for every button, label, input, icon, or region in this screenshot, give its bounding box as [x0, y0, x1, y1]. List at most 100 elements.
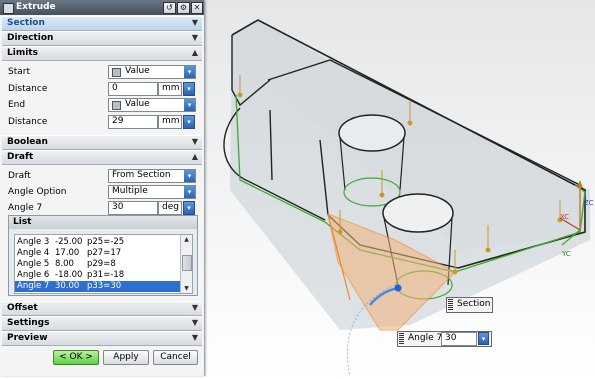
- angle-tag-label: Angle 7: [408, 333, 443, 343]
- group-boolean[interactable]: Boolean ▼: [2, 135, 202, 150]
- group-settings-label: Settings: [7, 318, 50, 328]
- chevron-down-icon: ▾: [184, 66, 195, 78]
- angle-label: Angle 7: [8, 203, 43, 213]
- ok-button[interactable]: < OK >: [53, 350, 99, 365]
- extrude-app-icon: [3, 3, 14, 14]
- list-item-value: -25.00: [55, 237, 83, 247]
- angle-list-group: List Angle 3 -25.00 p25=-25 Angle 4 17.00 p27…: [8, 215, 198, 296]
- list-item-expression: p29=8: [87, 259, 116, 269]
- angle-tag-dropdown[interactable]: ▾: [478, 332, 489, 345]
- extrude-dialog: Extrude ↺ ⚙ ✕ Section ▼ Direction ▼ Limi…: [0, 0, 205, 376]
- list-item-expression: p27=17: [87, 248, 122, 258]
- group-direction-label: Direction: [7, 33, 54, 43]
- list-item[interactable]: Angle 4 17.00 p27=17: [15, 248, 180, 259]
- end-distance-menu[interactable]: ▾: [183, 115, 195, 129]
- list-item[interactable]: Angle 3 -25.00 p25=-25: [15, 237, 180, 248]
- list-item-expression: p31=-18: [87, 270, 125, 280]
- reset-icon[interactable]: ↺: [163, 2, 176, 14]
- group-draft-label: Draft: [7, 152, 34, 162]
- end-label: End: [8, 100, 26, 110]
- section-tag-label: Section: [457, 299, 491, 309]
- start-unit: mm: [158, 82, 182, 96]
- scroll-thumb[interactable]: [182, 255, 192, 271]
- lower-hole-top: [382, 193, 454, 233]
- chevron-down-icon: ▼: [191, 333, 198, 342]
- grip-icon: [399, 333, 404, 345]
- cancel-button[interactable]: Cancel: [153, 350, 198, 365]
- gear-icon[interactable]: ⚙: [177, 2, 190, 14]
- angle-input[interactable]: 30: [108, 201, 158, 215]
- start-distance-input[interactable]: 0: [108, 82, 158, 96]
- chevron-down-icon: ▼: [191, 318, 198, 327]
- list-header: List: [9, 216, 197, 229]
- draft-label: Draft: [8, 171, 31, 181]
- group-preview-label: Preview: [7, 333, 48, 343]
- list-item-expression: p33=30: [87, 281, 122, 291]
- list-item-value: 17.00: [55, 248, 80, 258]
- list-item-name: Angle 5: [17, 259, 50, 269]
- chevron-down-icon: ▾: [184, 99, 195, 111]
- scroll-up-icon[interactable]: ▲: [181, 235, 192, 244]
- group-section-label: Section: [7, 18, 45, 28]
- close-icon[interactable]: ✕: [191, 2, 203, 14]
- group-limits-label: Limits: [7, 48, 38, 58]
- list-scrollbar[interactable]: ▲ ▼: [180, 235, 192, 293]
- list-item-name: Angle 4: [17, 248, 50, 258]
- chevron-up-icon: ▲: [191, 48, 198, 57]
- angle-option-select[interactable]: Multiple ▾: [108, 185, 196, 199]
- upper-hole-top: [338, 114, 406, 152]
- list-item[interactable]: Angle 6 -18.00 p31=-18: [15, 270, 180, 281]
- angle-handle-dot: [394, 284, 402, 292]
- end-unit: mm: [158, 115, 182, 129]
- section-tag[interactable]: Section: [446, 297, 493, 313]
- angle-list[interactable]: Angle 3 -25.00 p25=-25 Angle 4 17.00 p27=17 An…: [14, 234, 193, 294]
- start-label: Start: [8, 67, 30, 77]
- group-offset[interactable]: Offset ▼: [2, 301, 202, 316]
- list-item[interactable]: Angle 5 8.00 p29=8: [15, 259, 180, 270]
- angle-input-tag[interactable]: Angle 7 30 ▾: [397, 331, 492, 347]
- apply-button[interactable]: Apply: [103, 350, 149, 365]
- list-item-name: Angle 7: [17, 281, 50, 291]
- chevron-down-icon: ▾: [184, 170, 195, 182]
- value-icon: [112, 101, 121, 110]
- angle-option-label: Angle Option: [8, 187, 67, 197]
- list-item-name: Angle 3: [17, 237, 50, 247]
- zc-label: ZC: [584, 199, 594, 207]
- end-distance-input[interactable]: 29: [108, 115, 158, 129]
- group-boolean-label: Boolean: [7, 137, 48, 147]
- list-item-value: -18.00: [55, 270, 83, 280]
- end-distance-label: Distance: [8, 117, 48, 127]
- start-select[interactable]: Value ▾: [108, 65, 196, 79]
- end-select[interactable]: Value ▾: [108, 98, 196, 112]
- list-item-value: 30.00: [55, 281, 80, 291]
- chevron-down-icon: ▾: [184, 186, 195, 198]
- angle-unit: deg: [158, 201, 182, 215]
- start-distance-label: Distance: [8, 84, 48, 94]
- chevron-down-icon: ▼: [191, 137, 198, 146]
- chevron-up-icon: ▲: [191, 152, 198, 161]
- list-item[interactable]: Angle 7 30.00 p33=30: [15, 281, 180, 292]
- yc-label: YC: [561, 250, 571, 258]
- list-item-name: Angle 6: [17, 270, 50, 280]
- group-direction[interactable]: Direction ▼: [2, 31, 202, 46]
- group-offset-label: Offset: [7, 303, 38, 313]
- dialog-title: Extrude: [16, 2, 56, 12]
- angle-tag-input[interactable]: 30: [441, 332, 477, 346]
- group-limits[interactable]: Limits ▲: [2, 46, 202, 61]
- start-distance-menu[interactable]: ▾: [183, 82, 195, 96]
- chevron-down-icon: ▼: [191, 303, 198, 312]
- group-preview[interactable]: Preview ▼: [2, 331, 202, 346]
- draft-select[interactable]: From Section ▾: [108, 169, 196, 183]
- grip-icon: [448, 299, 453, 311]
- list-item-expression: p25=-25: [87, 237, 125, 247]
- angle-menu[interactable]: ▾: [183, 201, 195, 215]
- group-settings[interactable]: Settings ▼: [2, 316, 202, 331]
- chevron-down-icon: ▼: [191, 33, 198, 42]
- list-item-value: 8.00: [55, 259, 74, 269]
- dialog-titlebar[interactable]: Extrude ↺ ⚙ ✕: [0, 0, 204, 15]
- group-section[interactable]: Section ▼: [2, 16, 202, 31]
- chevron-down-icon: ▼: [191, 18, 198, 27]
- group-draft[interactable]: Draft ▲: [2, 150, 202, 165]
- value-icon: [112, 68, 121, 77]
- scroll-down-icon[interactable]: ▼: [181, 284, 192, 293]
